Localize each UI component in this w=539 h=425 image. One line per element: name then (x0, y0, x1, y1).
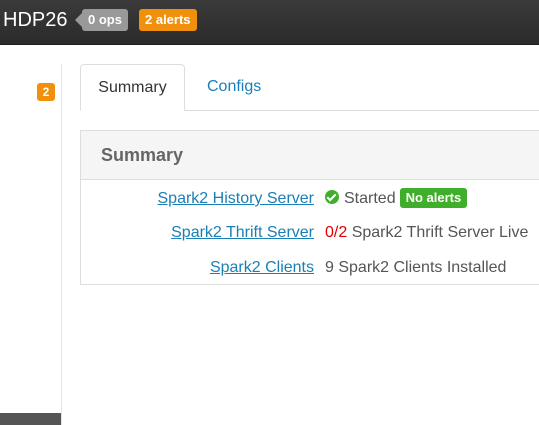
check-circle-icon (325, 190, 339, 204)
cluster-name[interactable]: HDP26 (3, 8, 67, 32)
spark2-thrift-server-link[interactable]: Spark2 Thrift Server (171, 221, 314, 245)
no-alerts-badge[interactable]: No alerts (399, 188, 468, 208)
component-row-history-server: Spark2 History Server Started No alerts (81, 187, 539, 211)
thrift-server-live-status: 0/2 Spark2 Thrift Server Live (325, 221, 528, 245)
tab-summary[interactable]: Summary (80, 64, 185, 111)
ops-badge[interactable]: 0 ops (75, 9, 128, 31)
top-navbar: HDP26 0 ops 2 alerts (0, 0, 539, 45)
alerts-badge[interactable]: 2 alerts (139, 9, 197, 31)
spark2-history-server-link[interactable]: Spark2 History Server (158, 187, 315, 211)
summary-panel: Summary Spark2 History Server Started No … (80, 130, 539, 285)
history-server-status: Started No alerts (325, 187, 468, 211)
thrift-server-live-count: 0/2 (325, 224, 348, 241)
thrift-server-live-text: Spark2 Thrift Server Live (351, 224, 529, 241)
component-row-clients: Spark2 Clients 9 Spark2 Clients Installe… (81, 256, 539, 280)
spark2-clients-link[interactable]: Spark2 Clients (210, 256, 314, 280)
summary-panel-heading: Summary (81, 131, 539, 180)
sidebar-alert-count-badge[interactable]: 2 (37, 83, 55, 101)
tab-configs[interactable]: Configs (207, 64, 261, 110)
component-row-thrift-server: Spark2 Thrift Server 0/2 Spark2 Thrift S… (81, 221, 539, 245)
services-sidebar: 2 (0, 64, 62, 425)
summary-panel-title: Summary (101, 145, 184, 165)
service-tabs: Summary Configs (80, 64, 539, 111)
sidebar-footer-bar (0, 413, 61, 425)
history-server-status-text: Started (344, 190, 396, 207)
clients-installed-text: 9 Spark2 Clients Installed (325, 259, 507, 276)
